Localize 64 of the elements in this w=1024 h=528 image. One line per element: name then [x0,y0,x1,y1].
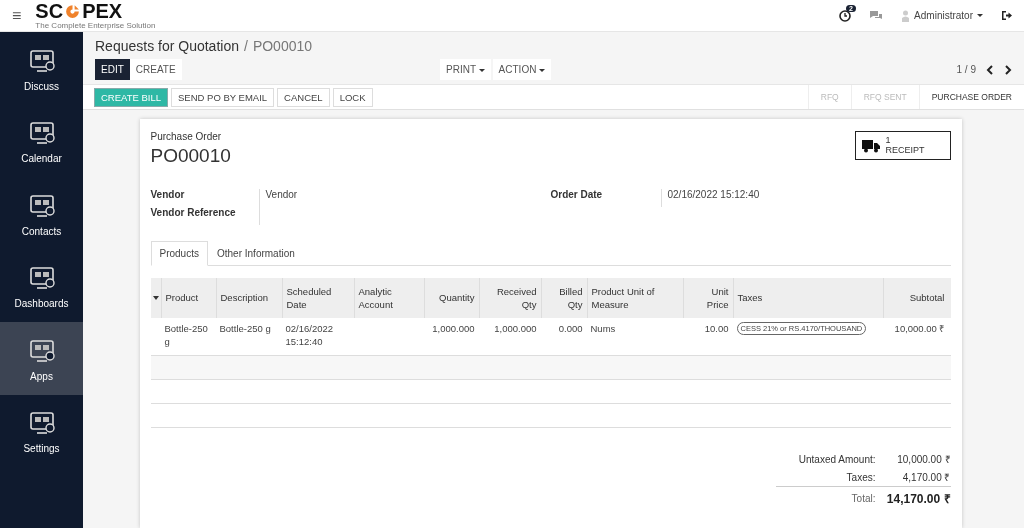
next-icon[interactable] [1004,64,1012,75]
column-header[interactable]: Product Unit of Measure [586,278,683,318]
field-value[interactable]: Vendor [259,189,298,207]
column-header[interactable]: Description [215,278,282,318]
column-header[interactable]: Scheduled Date [281,278,354,318]
breadcrumb-link[interactable]: Requests for Quotation [95,38,239,54]
sort-icon[interactable] [152,296,159,300]
field-label: Order Date [550,189,662,207]
column-header[interactable]: Received Qty [478,278,541,318]
menu-icon[interactable]: ≡ [12,6,22,25]
column-header[interactable]: Billed Qty [540,278,587,318]
column-header[interactable]: Quantity [423,278,479,318]
breadcrumb-current: PO00010 [252,38,313,54]
table-cell-text: Bottle-250 g [219,322,271,336]
statusbar-button[interactable]: SEND PO BY EMAIL [171,87,275,107]
pager-counter: 1 / 9 [956,64,976,75]
table-cell-text: 10,000.00 ₹ [894,322,945,336]
receipt-button[interactable]: 1 RECEIPT [854,131,951,160]
field-label: Vendor Reference [150,207,260,225]
table-cell-text: 1,000.000 [432,322,475,336]
total-label: Untaxed Amount: [797,453,876,465]
sidebar-item[interactable]: Calendar [0,104,83,177]
avatar-icon [901,9,911,22]
sidebar-item[interactable]: Dashboards [0,249,83,322]
toolbar-button[interactable]: EDIT [95,59,130,80]
total-value: 14,170.00 ₹ [885,490,951,507]
sidebar-item[interactable]: Discuss [0,32,83,105]
field-value[interactable]: 02/16/2022 15:12:40 [661,189,760,207]
table-cell-text: 0.000 [558,322,583,336]
total-value: 4,170.00 ₹ [901,471,951,484]
breadcrumb-separator: / [244,38,248,54]
total-label: Total: [850,492,876,504]
toolbar-button[interactable]: CREATE [129,59,182,80]
truck-icon [861,138,880,153]
dropdown-button[interactable]: PRINT [440,59,491,80]
order-number: PO00010 [150,145,231,167]
statusbar-button[interactable]: CANCEL [277,87,330,107]
form-caption: Purchase Order [150,131,223,142]
total-label: Taxes: [845,471,876,483]
total-value: 10,000.00 ₹ [896,453,951,466]
dropdown-button[interactable]: ACTION [492,59,552,80]
logout-icon[interactable] [1001,10,1012,21]
column-header[interactable]: Product [160,278,216,318]
sidebar-item[interactable]: Contacts [0,177,83,250]
tab[interactable]: Other Information [207,241,304,266]
user-menu[interactable]: Administrator [901,9,983,22]
column-header[interactable]: Analytic Account [353,278,424,318]
column-header[interactable]: Taxes [732,278,883,318]
field-label: Vendor [150,189,260,207]
tab[interactable]: Products [150,241,208,266]
table-cell-text: Bottle-250 g [164,322,209,350]
column-header[interactable]: Unit Price [682,278,733,318]
previous-icon[interactable] [986,64,994,75]
status-step[interactable]: PURCHASE ORDER [918,85,1024,109]
table-cell-text: 1,000.000 [494,322,537,336]
table-cell-text: 02/16/2022 15:12:40 [285,322,335,350]
statusbar-button[interactable]: LOCK [332,87,373,107]
table-cell-text: 10.00 [704,322,729,336]
logo: SC PEX The Complete Enterprise Solution [35,1,156,30]
sidebar-item[interactable]: Settings [0,394,83,467]
chat-icon[interactable] [869,9,884,22]
column-header[interactable]: Subtotal [882,278,949,318]
table-cell-text: Nums [590,322,616,336]
sidebar-item[interactable]: Apps [0,322,83,395]
